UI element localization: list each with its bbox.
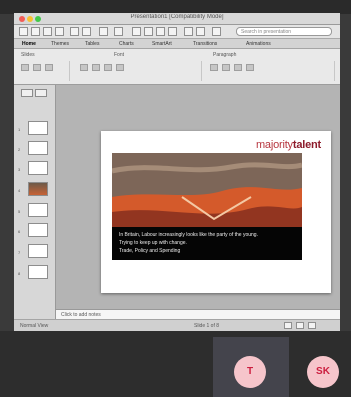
numbering-icon[interactable] bbox=[222, 64, 230, 71]
slide-canvas: majoritytalent In Britain, Labour increa… bbox=[56, 85, 340, 309]
tab-charts[interactable]: Charts bbox=[119, 40, 134, 48]
slide-sorter-icon[interactable] bbox=[296, 322, 304, 329]
table-button[interactable] bbox=[168, 27, 177, 36]
tab-tables[interactable]: Tables bbox=[85, 40, 99, 48]
search-input[interactable]: Search in presentation bbox=[236, 27, 332, 36]
slide-thumbnail-number-1: 1 bbox=[18, 127, 21, 132]
font-color-icon[interactable] bbox=[116, 64, 124, 71]
tab-smartart[interactable]: SmartArt bbox=[152, 40, 172, 48]
slide-thumbnail-5[interactable] bbox=[28, 203, 48, 217]
slide-thumbnail-number-4: 4 bbox=[18, 188, 21, 193]
ribbon-tab-strip: Home Themes Tables Charts SmartArt Trans… bbox=[14, 39, 340, 49]
ribbon-group-paragraph-label: Paragraph bbox=[213, 52, 237, 58]
outline-view-button[interactable] bbox=[35, 89, 47, 97]
slide-thumbnail-sidebar: 1 2 3 4 5 6 7 8 bbox=[14, 85, 56, 319]
smartart-button[interactable] bbox=[196, 27, 205, 36]
photo-texture-graphic bbox=[112, 153, 302, 227]
tab-themes[interactable]: Themes bbox=[51, 40, 69, 48]
meeting-participant-strip bbox=[0, 331, 351, 397]
view-mode-status: Normal View bbox=[20, 323, 49, 329]
ribbon-group-font bbox=[72, 61, 202, 81]
print-button[interactable] bbox=[55, 27, 64, 36]
caption-line-1: In Britain, Labour increasingly looks li… bbox=[119, 232, 258, 238]
participant-avatar-t[interactable]: T bbox=[234, 356, 266, 388]
current-slide[interactable]: majoritytalent In Britain, Labour increa… bbox=[101, 131, 331, 293]
slide-thumbnail-4[interactable] bbox=[28, 182, 48, 196]
slide-count-status: Slide 1 of 8 bbox=[194, 323, 220, 329]
bullets-icon[interactable] bbox=[210, 64, 218, 71]
tab-transitions[interactable]: Transitions bbox=[193, 40, 217, 48]
minimize-window-button[interactable] bbox=[27, 16, 33, 22]
zoom-button[interactable] bbox=[212, 27, 221, 36]
slide-thumbnail-number-7: 7 bbox=[18, 250, 21, 255]
slide-thumbnail-number-5: 5 bbox=[18, 209, 21, 214]
slideshow-icon[interactable] bbox=[308, 322, 316, 329]
notes-pane[interactable]: Click to add notes bbox=[56, 309, 340, 319]
font-italic-icon[interactable] bbox=[92, 64, 100, 71]
redo-button[interactable] bbox=[82, 27, 91, 36]
picture-button[interactable] bbox=[132, 27, 141, 36]
shared-screen: Presentation1 [Compatibility Mode] Searc… bbox=[14, 13, 340, 331]
tab-home[interactable]: Home bbox=[22, 40, 36, 48]
logo-part-majority: majority bbox=[255, 139, 293, 151]
ribbon-section-icon[interactable] bbox=[45, 64, 53, 71]
ribbon-panel: Slides Font Paragraph bbox=[14, 49, 340, 85]
meeting-top-bar bbox=[0, 0, 351, 14]
slide-thumbnail-number-2: 2 bbox=[18, 147, 21, 152]
window-titlebar: Presentation1 [Compatibility Mode] bbox=[14, 13, 340, 25]
ribbon-layout-icon[interactable] bbox=[33, 64, 41, 71]
new-slide-button[interactable] bbox=[114, 27, 123, 36]
new-button[interactable] bbox=[19, 27, 28, 36]
caption-line-3: Trade, Policy and Spending bbox=[119, 248, 181, 254]
tab-animations[interactable]: Animations bbox=[246, 40, 271, 48]
standard-toolbar: Search in presentation bbox=[14, 25, 340, 39]
font-underline-icon[interactable] bbox=[104, 64, 112, 71]
slide-photo bbox=[112, 153, 302, 227]
window-title: Presentation1 [Compatibility Mode] bbox=[130, 14, 224, 20]
slide-caption-box: In Britain, Labour increasingly looks li… bbox=[112, 227, 302, 260]
slide-thumbnail-7[interactable] bbox=[28, 244, 48, 258]
close-window-button[interactable] bbox=[19, 16, 25, 22]
slide-thumbnail-number-6: 6 bbox=[18, 229, 21, 234]
slides-view-button[interactable] bbox=[21, 89, 33, 97]
ribbon-group-slides-label: Slides bbox=[21, 52, 35, 58]
slide-thumbnail-number-8: 8 bbox=[18, 271, 21, 276]
slide-thumbnail-6[interactable] bbox=[28, 223, 48, 237]
format-painter-button[interactable] bbox=[99, 27, 108, 36]
participant-avatar-sk[interactable]: SK bbox=[307, 356, 339, 388]
align-left-icon[interactable] bbox=[234, 64, 242, 71]
open-button[interactable] bbox=[31, 27, 40, 36]
shape-button[interactable] bbox=[144, 27, 153, 36]
logo-part-talent: talent bbox=[292, 139, 321, 151]
status-bar: Normal View Slide 1 of 8 bbox=[14, 319, 340, 331]
save-button[interactable] bbox=[43, 27, 52, 36]
ribbon-group-paragraph bbox=[205, 61, 335, 81]
undo-button[interactable] bbox=[70, 27, 79, 36]
ribbon-group-slides bbox=[16, 61, 70, 81]
slide-thumbnail-3[interactable] bbox=[28, 161, 48, 175]
slide-thumbnail-2[interactable] bbox=[28, 141, 48, 155]
slide-logo: majoritytalent bbox=[256, 139, 321, 151]
slide-thumbnail-1[interactable] bbox=[28, 121, 48, 135]
ribbon-group-font-label: Font bbox=[114, 52, 125, 58]
slide-thumbnail-number-3: 3 bbox=[18, 167, 21, 172]
zoom-window-button[interactable] bbox=[35, 16, 41, 22]
ribbon-new-slide-icon[interactable] bbox=[21, 64, 29, 71]
normal-view-icon[interactable] bbox=[284, 322, 292, 329]
slide-thumbnail-8[interactable] bbox=[28, 265, 48, 279]
font-bold-icon[interactable] bbox=[80, 64, 88, 71]
caption-line-2: Trying to keep up with change. bbox=[119, 240, 187, 246]
text-box-button[interactable] bbox=[156, 27, 165, 36]
align-center-icon[interactable] bbox=[246, 64, 254, 71]
chart-button[interactable] bbox=[184, 27, 193, 36]
